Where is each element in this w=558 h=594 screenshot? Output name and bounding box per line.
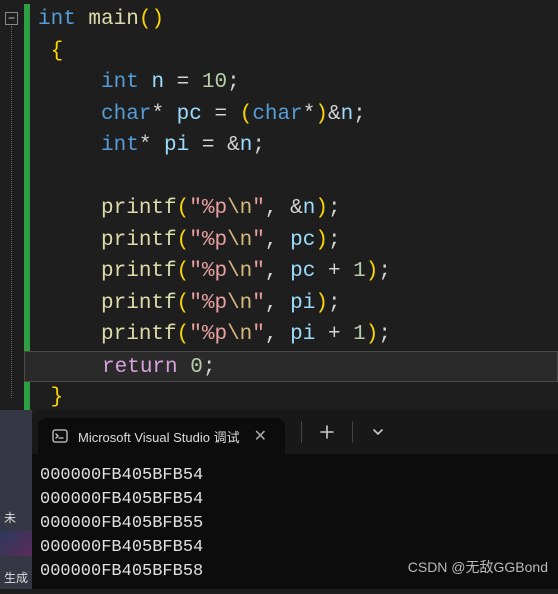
code-lines: int main() { int n = 10; char* pc = (cha… [24,4,558,414]
terminal-tab-title: Microsoft Visual Studio 调试 [78,427,240,446]
fold-guide [11,26,12,398]
strip-label: 生成 [0,570,32,586]
code-area[interactable]: int main() { int n = 10; char* pc = (cha… [24,4,558,414]
chevron-down-icon [372,426,384,438]
new-tab-button[interactable] [310,417,344,447]
tab-dropdown-button[interactable] [361,417,395,447]
output-line: 000000FB405BFB55 [40,512,550,536]
code-line[interactable]: int n = 10; [38,67,558,99]
code-line[interactable]: } [38,382,558,414]
divider [301,421,302,443]
gutter: − [0,4,24,414]
terminal-icon [52,428,68,444]
strip-thumbnail [0,530,32,556]
watermark: CSDN @无敌GGBond [408,557,548,577]
output-line: 000000FB405BFB54 [40,464,550,488]
code-line[interactable]: printf("%p\n", pc); [38,225,558,257]
code-line[interactable]: int main() [38,4,558,36]
code-line-current[interactable]: return 0; [24,351,558,383]
code-line[interactable]: printf("%p\n", pi + 1); [38,319,558,351]
minus-icon: − [8,13,15,25]
code-editor: − int main() { int n = 10; char* pc = (c… [0,0,558,414]
code-line[interactable]: char* pc = (char*)&n; [38,99,558,131]
code-line[interactable]: int* pi = &n; [38,130,558,162]
plus-icon [320,425,334,439]
terminal-actions [297,417,395,447]
close-icon[interactable]: ✕ [250,426,271,446]
terminal-tabbar: Microsoft Visual Studio 调试 ✕ [32,410,558,454]
divider [352,421,353,443]
terminal-tab-active[interactable]: Microsoft Visual Studio 调试 ✕ [38,418,285,454]
output-line: 000000FB405BFB54 [40,488,550,512]
fold-toggle[interactable]: − [5,12,18,25]
code-line[interactable]: { [38,36,558,68]
code-line[interactable] [38,162,558,194]
code-line[interactable]: printf("%p\n", pc + 1); [38,256,558,288]
code-line[interactable]: printf("%p\n", &n); [38,193,558,225]
strip-label: 未 [0,510,32,526]
code-line[interactable]: printf("%p\n", pi); [38,288,558,320]
side-strip: 未 生成 [0,410,32,589]
